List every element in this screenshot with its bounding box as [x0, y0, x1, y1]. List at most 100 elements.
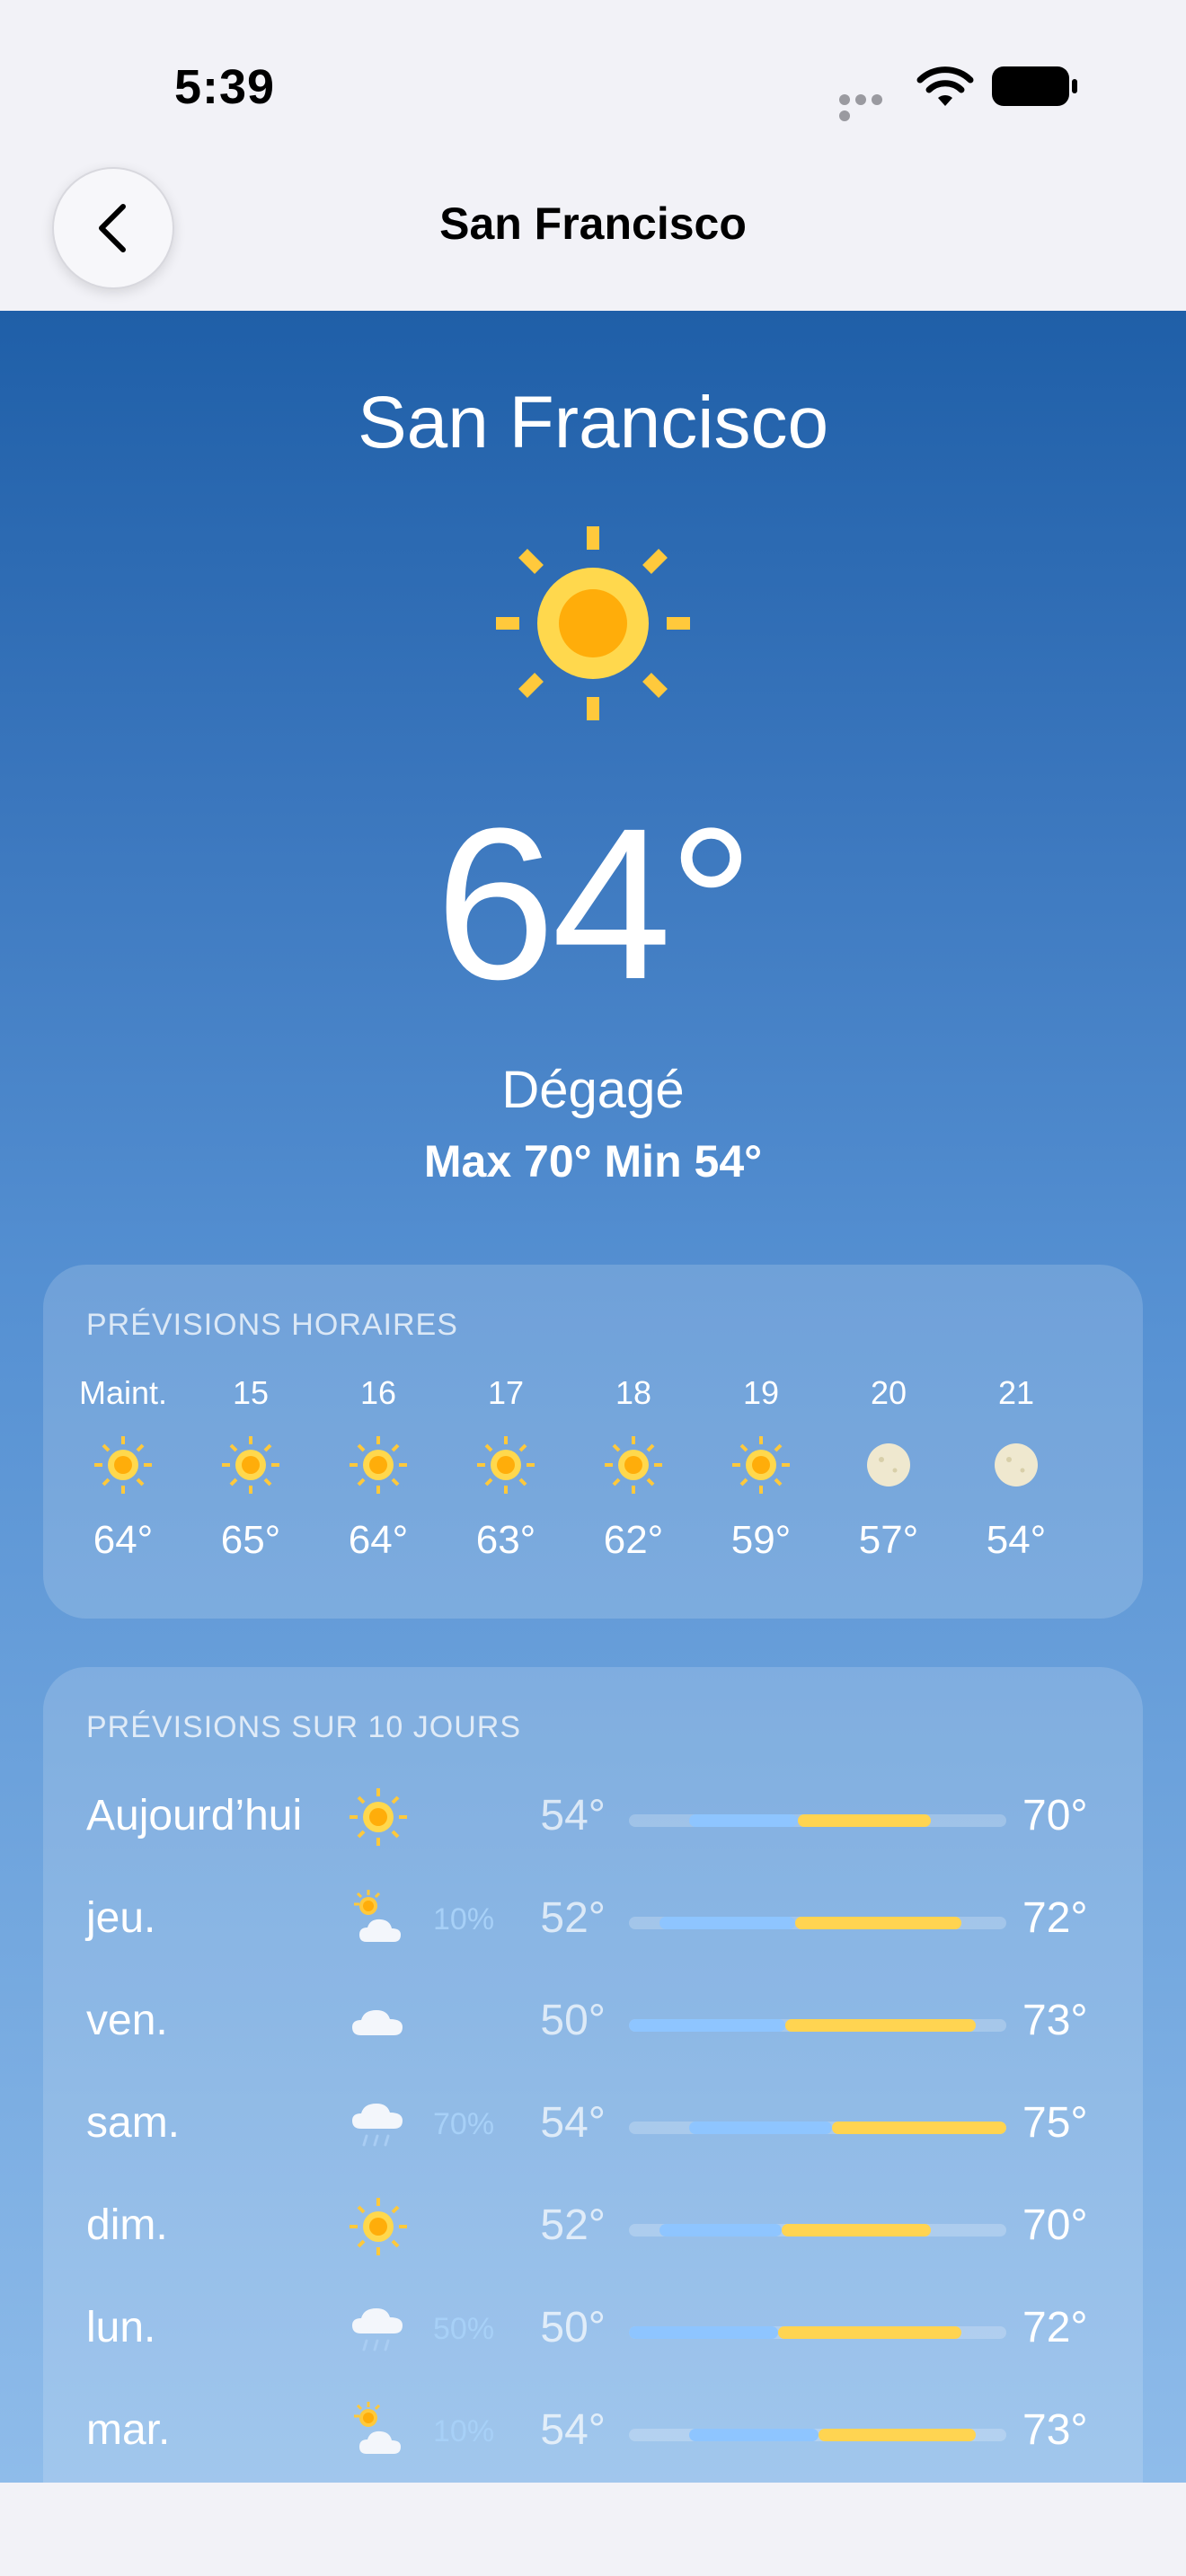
- day-low-temperature: 54°: [540, 2406, 606, 2454]
- bottom-safe-area: [0, 2483, 1186, 2576]
- day-name: dim.: [86, 2201, 168, 2249]
- range-cool-segment: [689, 2429, 819, 2441]
- hour-temperature: 54°: [986, 1518, 1047, 1562]
- range-warm-segment: [781, 2224, 931, 2236]
- navigation-bar: San Francisco: [0, 162, 1186, 311]
- hourly-forecast-title: PRÉVISIONS HORAIRES: [86, 1308, 458, 1342]
- hour-label: 21: [997, 1374, 1035, 1411]
- sun-icon: [347, 2195, 410, 2258]
- range-cool-segment: [659, 2224, 782, 2236]
- current-temperature: 64°: [435, 783, 755, 1024]
- range-warm-segment: [778, 2326, 961, 2339]
- day-low-temperature: 54°: [540, 2099, 606, 2147]
- daily-row[interactable]: jeu. 10% 52° 72°: [43, 1877, 1143, 1967]
- range-warm-segment: [798, 1814, 931, 1827]
- day-high-temperature: 72°: [1022, 2304, 1088, 2351]
- hour-temperature: 64°: [93, 1518, 154, 1562]
- range-warm-segment: [784, 2019, 977, 2032]
- sun-icon: [474, 1434, 537, 1496]
- day-low-temperature: 50°: [540, 2304, 606, 2351]
- sun-icon: [219, 1434, 282, 1496]
- day-name: jeu.: [86, 1894, 156, 1942]
- rain-icon: [347, 2093, 410, 2156]
- moon-icon: [985, 1434, 1048, 1496]
- sun-icon: [602, 1434, 665, 1496]
- cellular-signal-icon: [839, 93, 902, 121]
- daily-row[interactable]: Aujourd’hui 54° 70°: [43, 1775, 1143, 1865]
- daily-row[interactable]: ven. 50° 73°: [43, 1980, 1143, 2069]
- hourly-item: 16 64°: [314, 1374, 442, 1563]
- day-low-temperature: 52°: [540, 1894, 606, 1942]
- precipitation-chance: 70%: [433, 2107, 495, 2141]
- day-high-temperature: 73°: [1022, 2406, 1088, 2454]
- hourly-item: 21 54°: [952, 1374, 1080, 1563]
- daily-forecast-card[interactable]: PRÉVISIONS SUR 10 JOURS Aujourd’hui 54° …: [43, 1667, 1143, 2483]
- day-high-temperature: 72°: [1022, 1894, 1088, 1942]
- range-cool-segment: [629, 2326, 779, 2339]
- daily-forecast-title: PRÉVISIONS SUR 10 JOURS: [86, 1710, 522, 1744]
- range-cool-segment: [689, 2122, 832, 2134]
- battery-icon: [992, 66, 1077, 106]
- day-high-temperature: 75°: [1022, 2099, 1088, 2147]
- hour-label: 18: [615, 1374, 652, 1411]
- cloud-icon: [347, 1990, 410, 2053]
- sun-icon: [347, 1434, 410, 1496]
- daily-row[interactable]: lun. 50% 50° 72°: [43, 2287, 1143, 2377]
- nav-title: San Francisco: [439, 198, 747, 249]
- hourly-forecast-card[interactable]: PRÉVISIONS HORAIRES Maint. 64° 15 65° 16: [43, 1265, 1143, 1619]
- hour-label: 16: [359, 1374, 397, 1411]
- hour-temperature: 64°: [348, 1518, 409, 1562]
- hour-label: 20: [870, 1374, 907, 1411]
- rain-icon: [347, 2298, 410, 2360]
- day-high-temperature: 70°: [1022, 1792, 1088, 1839]
- range-warm-segment: [831, 2122, 1006, 2134]
- day-name: ven.: [86, 1997, 168, 2044]
- temperature-range-bar: [629, 2326, 1006, 2339]
- day-low-temperature: 54°: [540, 1792, 606, 1839]
- hourly-item: 15 65°: [187, 1374, 314, 1563]
- sun-icon: [730, 1434, 792, 1496]
- temperature-range-bar: [629, 2429, 1006, 2441]
- day-name: lun.: [86, 2304, 156, 2351]
- range-warm-segment: [818, 2429, 977, 2441]
- city-name: San Francisco: [357, 382, 829, 463]
- hour-temperature: 59°: [730, 1518, 792, 1562]
- hourly-item: 19 59°: [697, 1374, 825, 1563]
- day-name: sam.: [86, 2099, 181, 2147]
- temperature-range-bar: [629, 2122, 1006, 2134]
- weather-view[interactable]: San Francisco 64° Dégagé Max 70° Min 54°…: [0, 311, 1186, 2483]
- hourly-item: 17 63°: [442, 1374, 570, 1563]
- day-high-temperature: 70°: [1022, 2201, 1088, 2249]
- temperature-range-bar: [629, 2019, 1006, 2032]
- sun-icon: [496, 526, 690, 720]
- status-bar: 5:39: [0, 0, 1186, 162]
- hour-label: 17: [487, 1374, 525, 1411]
- moon-icon: [857, 1434, 920, 1496]
- sun-icon: [92, 1434, 155, 1496]
- hour-label: 19: [742, 1374, 780, 1411]
- partly-cloudy-icon: [347, 1888, 410, 1951]
- sun-icon: [347, 1786, 410, 1848]
- daily-row[interactable]: sam. 70% 54° 75°: [43, 2082, 1143, 2172]
- hour-label: 15: [232, 1374, 270, 1411]
- range-cool-segment: [629, 2019, 785, 2032]
- hour-label: Maint.: [78, 1374, 168, 1411]
- daily-row[interactable]: mar. 10% 54° 73°: [43, 2389, 1143, 2479]
- temperature-range-bar: [629, 1917, 1006, 1929]
- hour-temperature: 57°: [858, 1518, 919, 1562]
- day-low-temperature: 50°: [540, 1997, 606, 2044]
- hour-temperature: 63°: [475, 1518, 536, 1562]
- range-cool-segment: [659, 1917, 795, 1929]
- range-cool-segment: [689, 1814, 799, 1827]
- precipitation-chance: 10%: [433, 2414, 495, 2448]
- day-name: Aujourd’hui: [86, 1792, 303, 1839]
- temperature-range-bar: [629, 2224, 1006, 2236]
- range-warm-segment: [794, 1917, 961, 1929]
- temperature-range-bar: [629, 1814, 1006, 1827]
- hour-temperature: 62°: [603, 1518, 664, 1562]
- hourly-item: 18 62°: [570, 1374, 697, 1563]
- hourly-item: Maint. 64°: [59, 1374, 187, 1563]
- day-high-temperature: 73°: [1022, 1997, 1088, 2044]
- daily-row[interactable]: dim. 52° 70°: [43, 2184, 1143, 2274]
- precipitation-chance: 50%: [433, 2312, 495, 2346]
